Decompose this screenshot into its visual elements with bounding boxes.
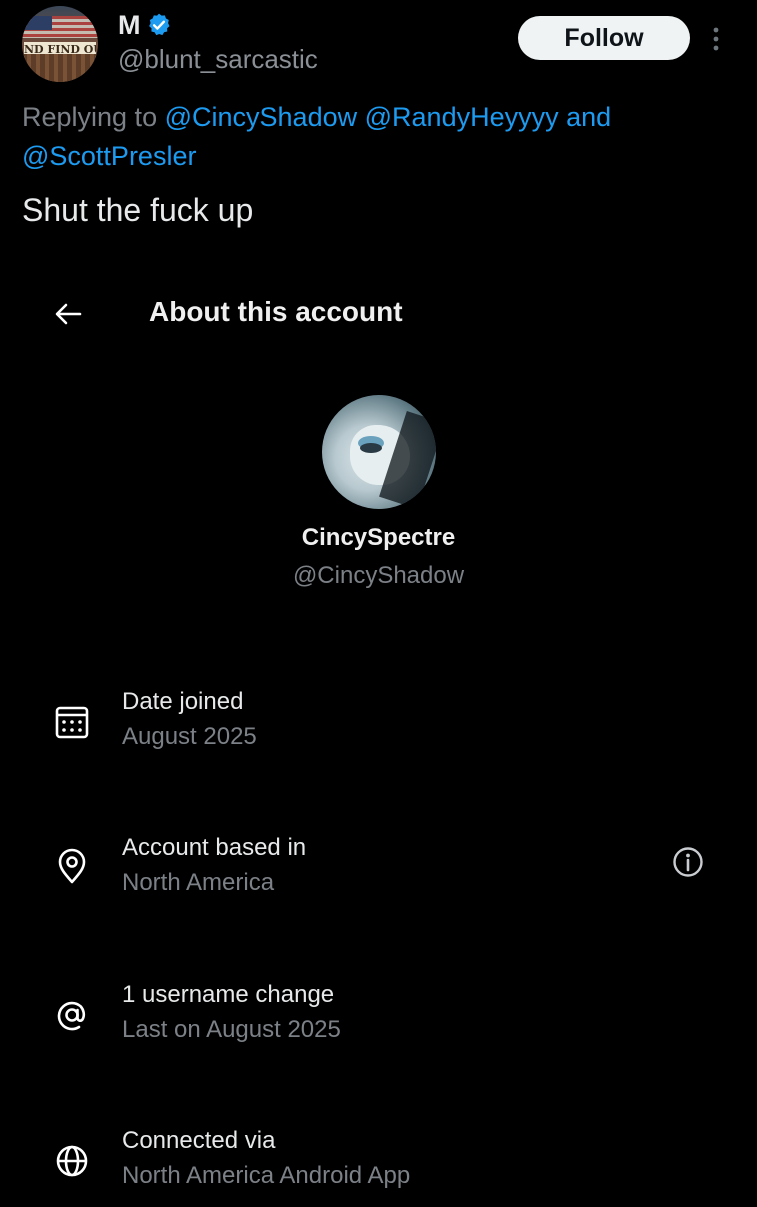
location-pin-icon — [58, 848, 86, 884]
follow-button[interactable]: Follow — [518, 16, 690, 60]
tweet-text: Shut the fuck up — [22, 192, 254, 228]
author-avatar[interactable]: ND FIND OU — [22, 6, 98, 82]
replying-to-prefix: Replying to — [22, 102, 158, 132]
info-label: Connected via — [122, 1127, 276, 1154]
page-title: About this account — [149, 296, 403, 327]
mention-link[interactable]: @ScottPresler — [22, 141, 196, 171]
more-options-icon[interactable] — [706, 24, 726, 54]
info-label: Date joined — [122, 688, 244, 715]
info-label: Account based in — [122, 834, 307, 861]
author-handle[interactable]: @blunt_sarcastic — [118, 44, 318, 75]
info-item-date-joined: Date joined August 2025 — [0, 688, 757, 768]
globe-icon — [56, 1145, 88, 1177]
calendar-icon — [55, 706, 89, 739]
tweet: ND FIND OU M @blunt_sarcastic Follow Rep… — [0, 0, 757, 250]
verified-badge-icon — [149, 13, 170, 36]
info-item-username-change: 1 username change Last on August 2025 — [0, 981, 757, 1061]
info-item-connected-via: Connected via North America Android App — [0, 1127, 757, 1207]
back-arrow-icon[interactable] — [52, 298, 84, 330]
info-value: Last on August 2025 — [122, 1016, 341, 1043]
profile-handle: @CincyShadow — [292, 562, 465, 589]
info-value: August 2025 — [122, 723, 257, 750]
info-item-account-based-in: Account based in North America — [0, 834, 757, 914]
at-sign-icon — [57, 1001, 86, 1031]
info-value: North America — [122, 869, 275, 896]
info-icon[interactable] — [670, 844, 706, 880]
info-label: 1 username change — [122, 981, 335, 1008]
about-header: About this account — [0, 280, 757, 350]
author-display-name[interactable]: M — [118, 10, 141, 41]
avatar-barn-wood — [22, 54, 98, 82]
avatar-eye — [360, 443, 382, 453]
profile-avatar[interactable] — [322, 395, 436, 509]
profile-display-name: CincySpectre — [301, 524, 456, 551]
avatar-flag-canton — [22, 16, 52, 30]
info-value: North America Android App — [122, 1162, 411, 1189]
replying-to-line: Replying to @CincyShadow @RandyHeyyyy an… — [22, 98, 742, 176]
mention-link[interactable]: @RandyHeyyyy — [365, 102, 559, 132]
mention-link[interactable]: @CincyShadow — [165, 102, 358, 132]
mention-joiner[interactable]: and — [566, 102, 611, 132]
